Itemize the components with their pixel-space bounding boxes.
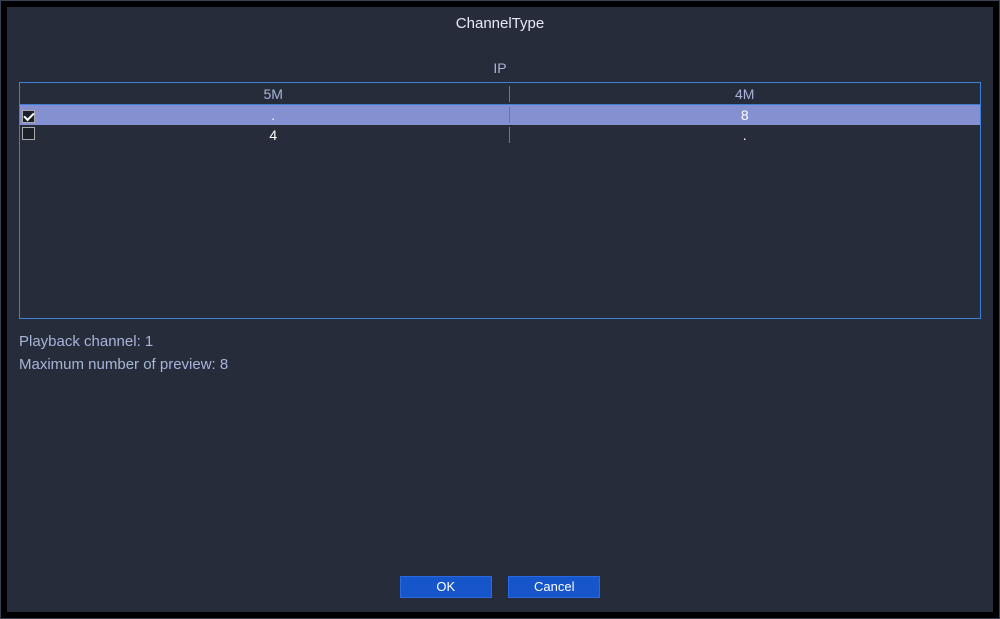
- row-checkbox-cell: [20, 127, 38, 143]
- row-checkbox-cell: [20, 107, 38, 124]
- ok-button[interactable]: OK: [400, 576, 492, 598]
- channel-type-dialog: ChannelType IP 5M 4M . 8 4 .: [0, 0, 1000, 619]
- cell-5m: .: [38, 107, 510, 123]
- row-checkbox[interactable]: [22, 110, 35, 123]
- max-preview-label: Maximum number of preview: 8: [19, 356, 981, 373]
- row-checkbox[interactable]: [22, 127, 35, 140]
- cancel-button[interactable]: Cancel: [508, 576, 600, 598]
- cell-5m: 4: [38, 127, 510, 143]
- table-row[interactable]: . 8: [20, 105, 980, 125]
- dialog-buttons: OK Cancel: [7, 576, 993, 598]
- playback-channel-label: Playback channel: 1: [19, 333, 981, 350]
- col-header-5m: 5M: [38, 86, 510, 102]
- table-header: 5M 4M: [20, 83, 980, 105]
- dialog-content: ChannelType IP 5M 4M . 8 4 .: [7, 7, 993, 612]
- channel-table: 5M 4M . 8 4 .: [19, 82, 981, 319]
- table-row[interactable]: 4 .: [20, 125, 980, 145]
- cell-4m: 8: [510, 107, 981, 123]
- dialog-title: ChannelType: [19, 15, 981, 32]
- ip-column-group-label: IP: [19, 60, 981, 76]
- cell-4m: .: [510, 127, 981, 143]
- col-header-4m: 4M: [510, 86, 981, 102]
